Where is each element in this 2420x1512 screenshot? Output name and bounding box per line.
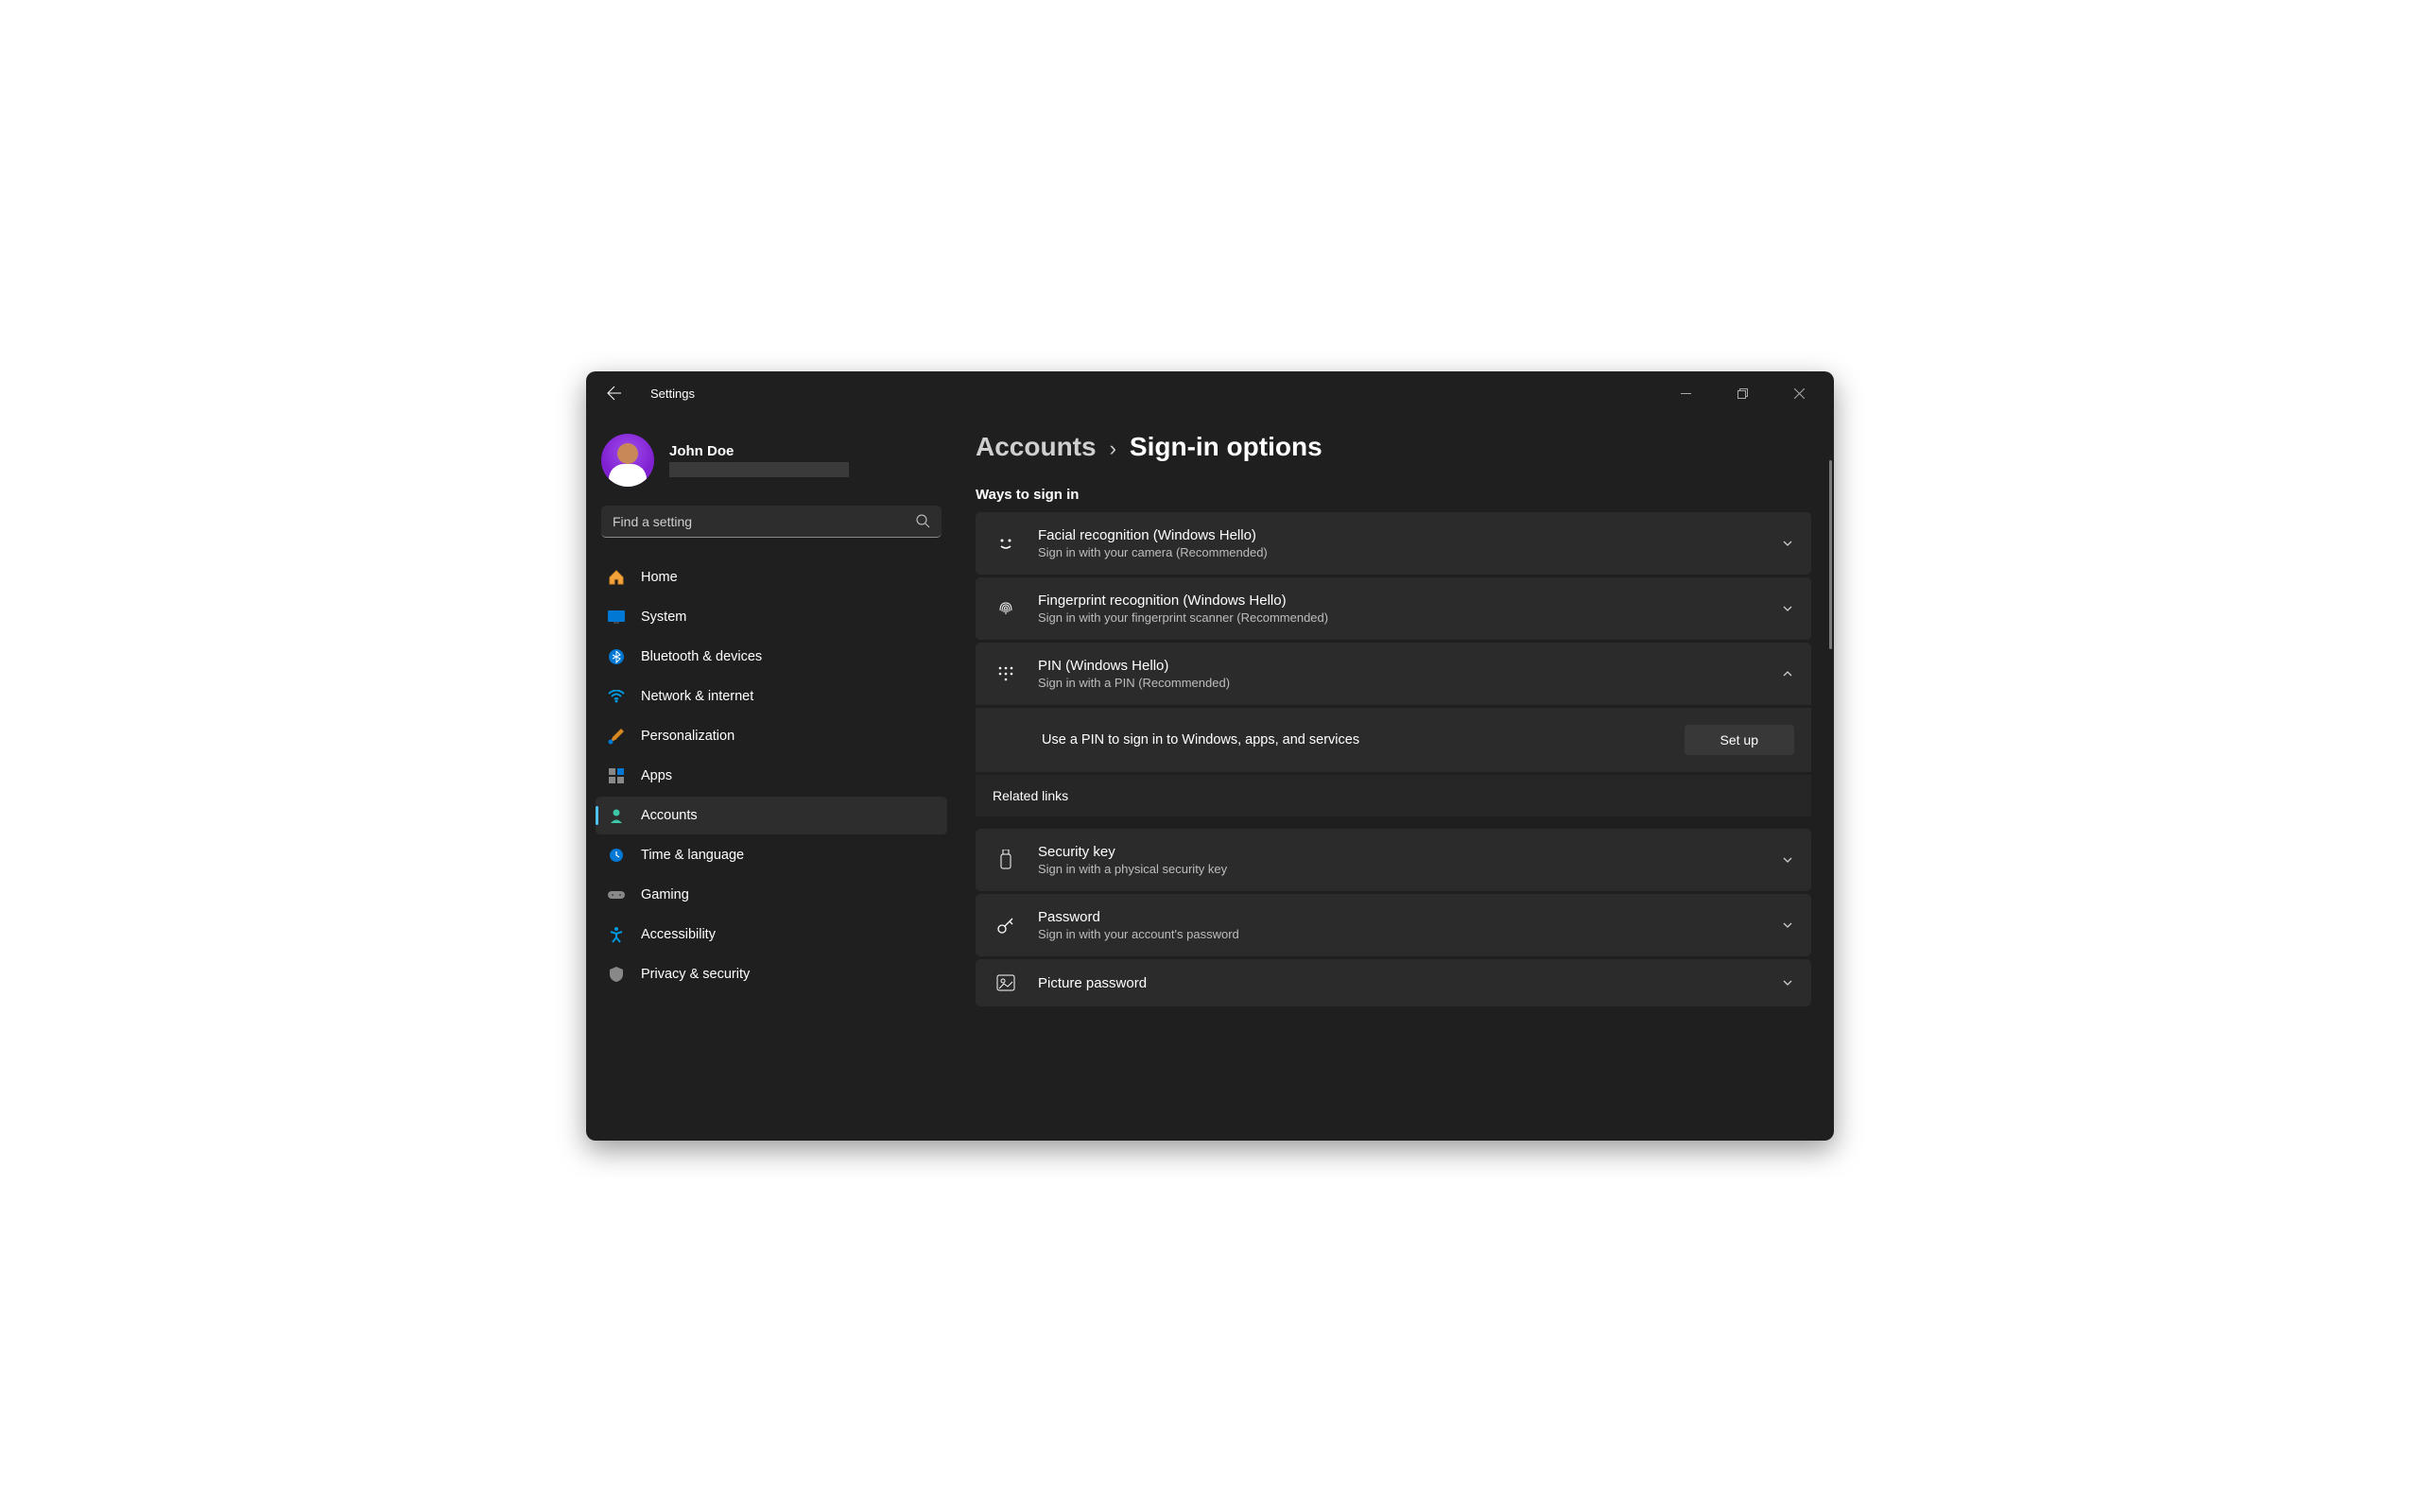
system-icon (607, 608, 626, 627)
option-title: Picture password (1038, 975, 1762, 991)
chevron-down-icon (1781, 602, 1794, 615)
gaming-icon (607, 885, 626, 904)
sidebar-item-label: Network & internet (641, 689, 753, 704)
search-input[interactable] (613, 514, 916, 529)
back-button[interactable] (596, 374, 633, 412)
sidebar-item-label: Accessibility (641, 927, 716, 942)
sidebar-item-gaming[interactable]: Gaming (596, 876, 947, 914)
shield-icon (607, 965, 626, 984)
option-subtitle: Sign in with a physical security key (1038, 862, 1762, 876)
option-subtitle: Sign in with your camera (Recommended) (1038, 545, 1762, 559)
maximize-icon (1737, 388, 1748, 399)
sidebar-item-network[interactable]: Network & internet (596, 678, 947, 715)
sidebar-item-time[interactable]: Time & language (596, 836, 947, 874)
app-title: Settings (650, 387, 695, 401)
option-password[interactable]: Password Sign in with your account's pas… (976, 894, 1811, 956)
option-security-key[interactable]: Security key Sign in with a physical sec… (976, 829, 1811, 891)
option-title: Fingerprint recognition (Windows Hello) (1038, 593, 1762, 609)
sidebar-item-personalization[interactable]: Personalization (596, 717, 947, 755)
related-links-row[interactable]: Related links (976, 775, 1811, 816)
usb-key-icon (993, 850, 1019, 870)
close-button[interactable] (1781, 379, 1817, 407)
chevron-down-icon (1781, 919, 1794, 932)
wifi-icon (607, 687, 626, 706)
sidebar-item-accessibility[interactable]: Accessibility (596, 916, 947, 954)
close-icon (1794, 388, 1805, 399)
home-icon (607, 568, 626, 587)
apps-icon (607, 766, 626, 785)
section-heading: Ways to sign in (976, 487, 1811, 503)
search-icon (916, 514, 930, 528)
sidebar-item-accounts[interactable]: Accounts (596, 797, 947, 834)
option-fingerprint[interactable]: Fingerprint recognition (Windows Hello) … (976, 577, 1811, 640)
sidebar-item-label: System (641, 610, 686, 625)
chevron-down-icon (1781, 537, 1794, 550)
option-title: Facial recognition (Windows Hello) (1038, 527, 1762, 543)
sidebar-item-label: Bluetooth & devices (641, 649, 762, 664)
key-icon (993, 916, 1019, 935)
fingerprint-icon (993, 599, 1019, 618)
titlebar-left: Settings (596, 374, 695, 412)
user-block[interactable]: John Doe (596, 426, 947, 506)
chevron-up-icon (1781, 667, 1794, 680)
page-title: Sign-in options (1130, 432, 1322, 462)
picture-icon (993, 974, 1019, 991)
option-subtitle: Sign in with your account's password (1038, 927, 1762, 941)
option-subtitle: Sign in with a PIN (Recommended) (1038, 676, 1762, 690)
sidebar-item-bluetooth[interactable]: Bluetooth & devices (596, 638, 947, 676)
accounts-icon (607, 806, 626, 825)
chevron-right-icon: › (1110, 437, 1116, 461)
minimize-icon (1681, 388, 1691, 399)
chevron-down-icon (1781, 853, 1794, 867)
setup-button[interactable]: Set up (1685, 725, 1794, 755)
window-controls (1668, 379, 1824, 407)
option-subtitle: Sign in with your fingerprint scanner (R… (1038, 610, 1762, 625)
maximize-button[interactable] (1724, 379, 1760, 407)
user-email-redacted (669, 462, 849, 477)
clock-icon (607, 846, 626, 865)
sidebar-item-label: Time & language (641, 848, 744, 863)
content-area: John Doe Home System (586, 415, 1834, 1141)
main-panel: Accounts › Sign-in options Ways to sign … (957, 415, 1834, 1141)
sidebar-item-label: Accounts (641, 808, 698, 823)
sidebar-item-label: Apps (641, 768, 672, 783)
pin-keypad-icon (993, 665, 1019, 682)
sidebar-item-label: Privacy & security (641, 967, 750, 982)
sidebar-item-label: Gaming (641, 887, 689, 902)
titlebar: Settings (586, 371, 1834, 415)
bluetooth-icon (607, 647, 626, 666)
settings-window: Settings John Doe (586, 371, 1834, 1141)
pin-detail-row: Use a PIN to sign in to Windows, apps, a… (976, 708, 1811, 772)
sidebar-item-privacy[interactable]: Privacy & security (596, 955, 947, 993)
chevron-down-icon (1781, 976, 1794, 989)
minimize-button[interactable] (1668, 379, 1703, 407)
option-title: PIN (Windows Hello) (1038, 658, 1762, 674)
option-picture-password[interactable]: Picture password (976, 959, 1811, 1006)
sidebar: John Doe Home System (586, 415, 957, 1141)
scrollbar[interactable] (1829, 460, 1832, 649)
brush-icon (607, 727, 626, 746)
search-box[interactable] (601, 506, 942, 538)
pin-detail-text: Use a PIN to sign in to Windows, apps, a… (1042, 732, 1666, 747)
option-title: Password (1038, 909, 1762, 925)
avatar (601, 434, 654, 487)
sidebar-item-system[interactable]: System (596, 598, 947, 636)
sidebar-item-home[interactable]: Home (596, 558, 947, 596)
user-name: John Doe (669, 443, 849, 459)
option-facial-recognition[interactable]: Facial recognition (Windows Hello) Sign … (976, 512, 1811, 575)
breadcrumb-parent[interactable]: Accounts (976, 432, 1097, 462)
back-arrow-icon (607, 386, 622, 401)
accessibility-icon (607, 925, 626, 944)
option-title: Security key (1038, 844, 1762, 860)
signin-options-list: Facial recognition (Windows Hello) Sign … (976, 512, 1811, 1006)
sidebar-item-label: Home (641, 570, 678, 585)
face-icon (993, 534, 1019, 553)
sidebar-item-apps[interactable]: Apps (596, 757, 947, 795)
nav-list: Home System Bluetooth & devices Network … (596, 558, 947, 993)
breadcrumb: Accounts › Sign-in options (976, 432, 1811, 462)
option-pin[interactable]: PIN (Windows Hello) Sign in with a PIN (… (976, 643, 1811, 705)
sidebar-item-label: Personalization (641, 729, 735, 744)
